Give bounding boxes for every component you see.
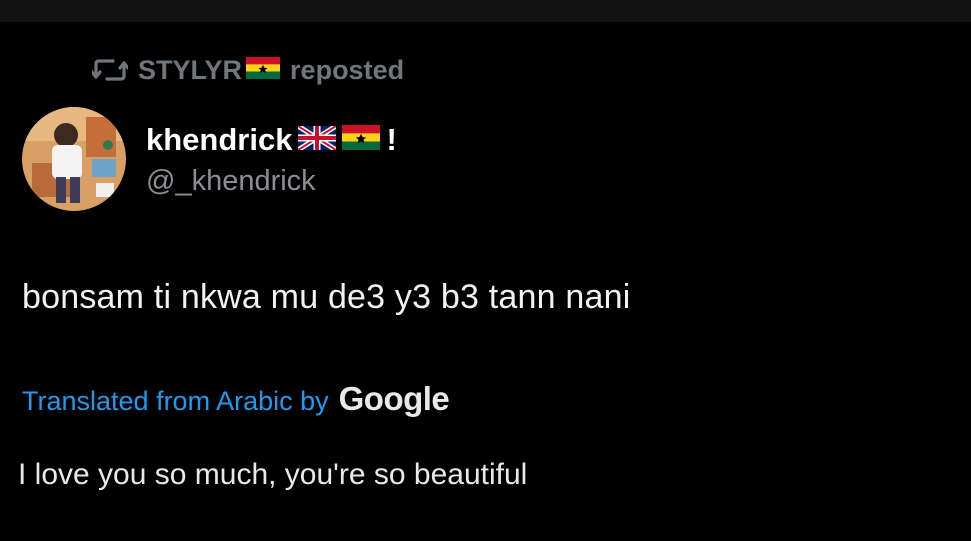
ghana-flag-icon <box>246 55 281 86</box>
avatar[interactable] <box>22 107 126 211</box>
repost-indicator[interactable]: STYLYR reposted <box>90 54 405 86</box>
display-name-text: khendrick <box>146 122 293 157</box>
uk-flag-icon <box>297 122 338 158</box>
display-name[interactable]: khendrick ! <box>146 121 397 159</box>
repost-icon <box>90 55 130 85</box>
repost-user[interactable]: STYLYR <box>138 54 281 86</box>
top-bar <box>0 0 971 22</box>
translation-attribution[interactable]: Translated from Arabic by Google <box>22 380 450 418</box>
google-logo-text: Google <box>338 380 450 417</box>
repost-action: reposted <box>290 54 405 85</box>
tweet-author[interactable]: khendrick ! @_khendrick <box>22 107 397 211</box>
user-handle[interactable]: @_khendrick <box>146 165 397 198</box>
display-name-suffix: ! <box>386 122 397 157</box>
translated-text: I love you so much, you're so beautiful <box>18 458 528 491</box>
tweet-text: bonsam ti nkwa mu de3 y3 b3 tann nani <box>22 278 631 316</box>
author-text: khendrick ! @_khendrick <box>146 121 397 198</box>
translated-from-label[interactable]: Translated from Arabic by <box>22 386 329 417</box>
ghana-flag-icon <box>342 122 381 158</box>
repost-username: STYLYR <box>138 54 243 85</box>
